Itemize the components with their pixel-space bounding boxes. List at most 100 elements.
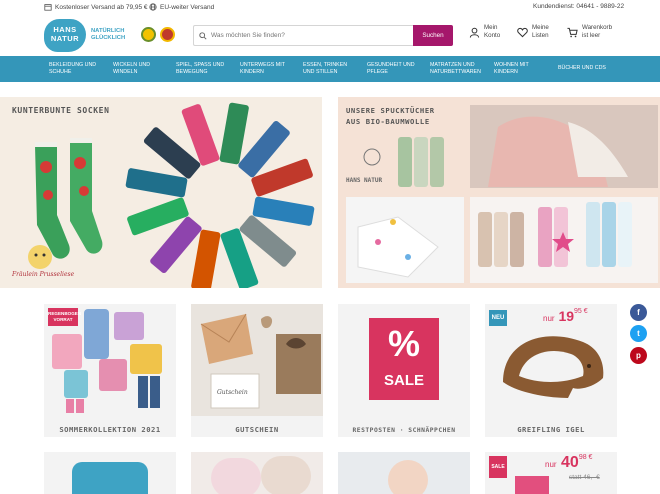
tile-row2-2[interactable] <box>191 452 323 494</box>
burp-cloth-illustration <box>346 105 658 283</box>
nav-label: Wohnen mit <box>494 62 529 68</box>
price-cents: 98 € <box>578 454 593 461</box>
nav-label: Essen, Trinken <box>303 62 348 68</box>
sale-tag: % SALE <box>369 318 439 400</box>
nav-label: Bekleidung und <box>49 62 97 68</box>
row2-price: nur 4098 € <box>545 454 592 472</box>
nav-item-living[interactable]: Wohnen mit Kindern <box>494 62 529 76</box>
heart-icon <box>517 27 528 37</box>
user-icon <box>469 27 480 38</box>
old-price: statt 46,- € <box>569 474 600 481</box>
nav-label: Matratzen und <box>430 62 475 68</box>
tile-hedgehog-toy[interactable]: NEU nur 1995 € GREIFLING IGEL <box>485 304 617 437</box>
cart-link[interactable]: Warenkorb ist leer <box>567 24 612 40</box>
cart-icon <box>567 27 578 37</box>
free-shipping-note: Kostenloser Versand ab 79,95 € <box>44 3 148 11</box>
nav-item-mattresses[interactable]: Matratzen und Naturbettwaren <box>430 62 481 76</box>
summer-clothes-image <box>52 309 162 413</box>
nav-item-travel[interactable]: Unterwegs mit Kindern <box>240 62 285 76</box>
tile-row2-4[interactable]: SALE nur 4098 € statt 46,- € <box>485 452 617 494</box>
nav-label: Naturbettwaren <box>430 69 481 75</box>
burp-cloth-banner[interactable]: UNSERE SPUCKTÜCHER AUS BIO-BAUMWOLLE HAN… <box>338 97 660 288</box>
tile-caption: SOMMERKOLLEKTION 2021 <box>59 425 161 434</box>
wishlist-link[interactable]: Meine Listen <box>517 24 549 40</box>
nav-label: Bewegung <box>176 69 208 75</box>
top-utility-bar: Kostenloser Versand ab 79,95 € EU-weiter… <box>0 0 660 15</box>
price-main: 40 <box>561 454 579 471</box>
nav-label: Schuhe <box>49 69 72 75</box>
search-box <box>193 25 413 46</box>
account-label-2: Konto <box>484 32 501 39</box>
hedgehog-image <box>503 336 604 398</box>
nav-label: Gesundheit und <box>367 62 415 68</box>
search-input[interactable] <box>211 32 411 39</box>
nav-label: Kindern <box>240 69 264 75</box>
logo-line-2: NATUR <box>50 34 80 43</box>
nav-label: Unterwegs mit <box>240 62 285 68</box>
nav-label: Bücher und CDs <box>558 65 606 71</box>
tile-caption: GREIFLING IGEL <box>517 425 585 434</box>
tile-caption: RESTPOSTEN · SCHNÄPPCHEN <box>352 427 456 434</box>
beige-product-image <box>261 456 311 494</box>
socks-banner[interactable]: KUNTERBUNTE SOCKEN Fräulein Prusseliese <box>0 97 322 288</box>
search-button[interactable]: Suchen <box>413 25 453 46</box>
pink-dress-image <box>515 476 549 494</box>
nav-label: Pflege <box>367 69 388 75</box>
eu-shipping-text: EU-weiter Versand <box>160 3 215 11</box>
award-seal-icon <box>160 27 175 42</box>
nav-label: und Stillen <box>303 69 338 75</box>
hans-natur-logo[interactable]: HANS NATUR <box>44 19 86 52</box>
baby-image <box>388 460 428 494</box>
customer-service-text: Kundendienst: 04641 - 9889-22 <box>533 3 625 10</box>
search-icon <box>199 31 207 40</box>
main-navigation: Bekleidung und Schuhe Wickeln und Windeln … <box>0 56 660 82</box>
tile-summer-collection[interactable]: REGENBOGEN VORRAT SOMMERKOLLEKTION 2021 <box>44 304 176 437</box>
nav-item-play[interactable]: Spiel, Spaß undBewegung <box>176 62 224 76</box>
tile-row2-3[interactable] <box>338 452 470 494</box>
nav-item-diapering[interactable]: Wickeln und Windeln <box>113 62 150 76</box>
burp-brand-label: HANS NATUR <box>346 177 383 184</box>
account-label-1: Mein <box>484 24 498 31</box>
nav-label: Kindern <box>494 69 518 75</box>
price-prefix: nur <box>545 460 557 469</box>
socks-illustration <box>28 102 315 288</box>
voucher-image <box>191 304 323 416</box>
logo-tagline: NATÜRLICH GLÜCKLICH <box>91 28 125 42</box>
percent-icon: % <box>387 323 420 364</box>
socks-brand-label: Fräulein Prusseliese <box>12 271 75 278</box>
nav-label: Wickeln und <box>113 62 151 68</box>
nav-item-health[interactable]: Gesundheit und Pflege <box>367 62 415 76</box>
blue-product-image <box>72 462 148 494</box>
sale-badge: SALE <box>489 456 507 478</box>
nav-label: Spiel, Spaß und <box>176 62 225 68</box>
free-shipping-text: Kostenloser Versand ab 79,95 € <box>55 3 148 11</box>
nav-item-feeding[interactable]: Essen, Trinken und Stillen <box>303 62 347 76</box>
eu-shipping-note: EU-weiter Versand <box>149 3 214 11</box>
tile-caption: GUTSCHEIN <box>235 425 279 434</box>
voucher-card-text: Gutschein <box>217 389 248 396</box>
quality-seal-icon <box>141 27 156 42</box>
facebook-icon[interactable]: f <box>630 304 647 321</box>
tile-sale[interactable]: % SALE RESTPOSTEN · SCHNÄPPCHEN <box>338 304 470 437</box>
tile-row2-1[interactable] <box>44 452 176 494</box>
tagline-line-2: GLÜCKLICH <box>91 35 126 41</box>
twitter-icon[interactable]: t <box>630 325 647 342</box>
box-icon <box>44 4 52 11</box>
pink-product-image <box>211 458 261 494</box>
sale-label: SALE <box>383 372 424 389</box>
cart-label-2: ist leer <box>582 32 601 39</box>
wishlist-label-1: Meine <box>532 24 549 31</box>
logo-line-1: HANS <box>53 25 77 34</box>
tile-gift-voucher[interactable]: Gutschein GUTSCHEIN <box>191 304 323 437</box>
wishlist-label-2: Listen <box>532 32 549 39</box>
site-header: HANS NATUR NATÜRLICH GLÜCKLICH Suchen Me… <box>0 15 660 56</box>
tagline-line-1: NATÜRLICH <box>91 28 125 34</box>
pinterest-icon[interactable]: p <box>630 347 647 364</box>
account-link[interactable]: Mein Konto <box>469 24 500 40</box>
nav-item-books[interactable]: Bücher und CDs <box>558 65 606 72</box>
globe-icon <box>149 3 157 11</box>
nav-label: Windeln <box>113 69 138 75</box>
nav-item-clothing[interactable]: Bekleidung und Schuhe <box>49 62 96 76</box>
customer-service-link[interactable]: Kundendienst: 04641 - 9889-22 <box>533 3 624 10</box>
cart-label-1: Warenkorb <box>582 24 613 31</box>
